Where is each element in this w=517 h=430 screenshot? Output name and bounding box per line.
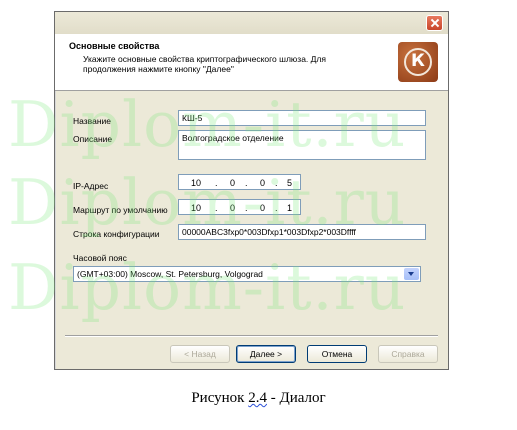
help-button[interactable]: Справка: [378, 345, 438, 363]
watermark-text-1: Diplom-it.ru: [8, 88, 407, 161]
next-button[interactable]: Далее >: [236, 345, 296, 363]
close-button[interactable]: [426, 15, 443, 31]
figure-caption: Рисунок 2.4 - Диалог: [0, 390, 517, 407]
header-description: Укажите основные свойства криптографичес…: [83, 54, 326, 74]
footer-divider: [65, 335, 438, 337]
title-bar[interactable]: [55, 12, 448, 34]
cancel-button[interactable]: Отмена: [307, 345, 367, 363]
caption-prefix: Рисунок: [191, 390, 249, 406]
back-button[interactable]: < Назад: [170, 345, 230, 363]
caption-suffix: - Диалог: [266, 390, 326, 406]
watermark-text-3: Diplom-it.ru: [8, 251, 407, 324]
header-title: Основные свойства: [69, 41, 160, 51]
logo-letter: К: [411, 51, 425, 71]
wizard-header: Основные свойства Укажите основные свойс…: [55, 34, 448, 91]
kontinent-logo-icon: К: [398, 42, 438, 82]
watermark-text-2: Diplom-it.ru: [8, 166, 407, 239]
caption-number: 2.4: [248, 390, 267, 406]
